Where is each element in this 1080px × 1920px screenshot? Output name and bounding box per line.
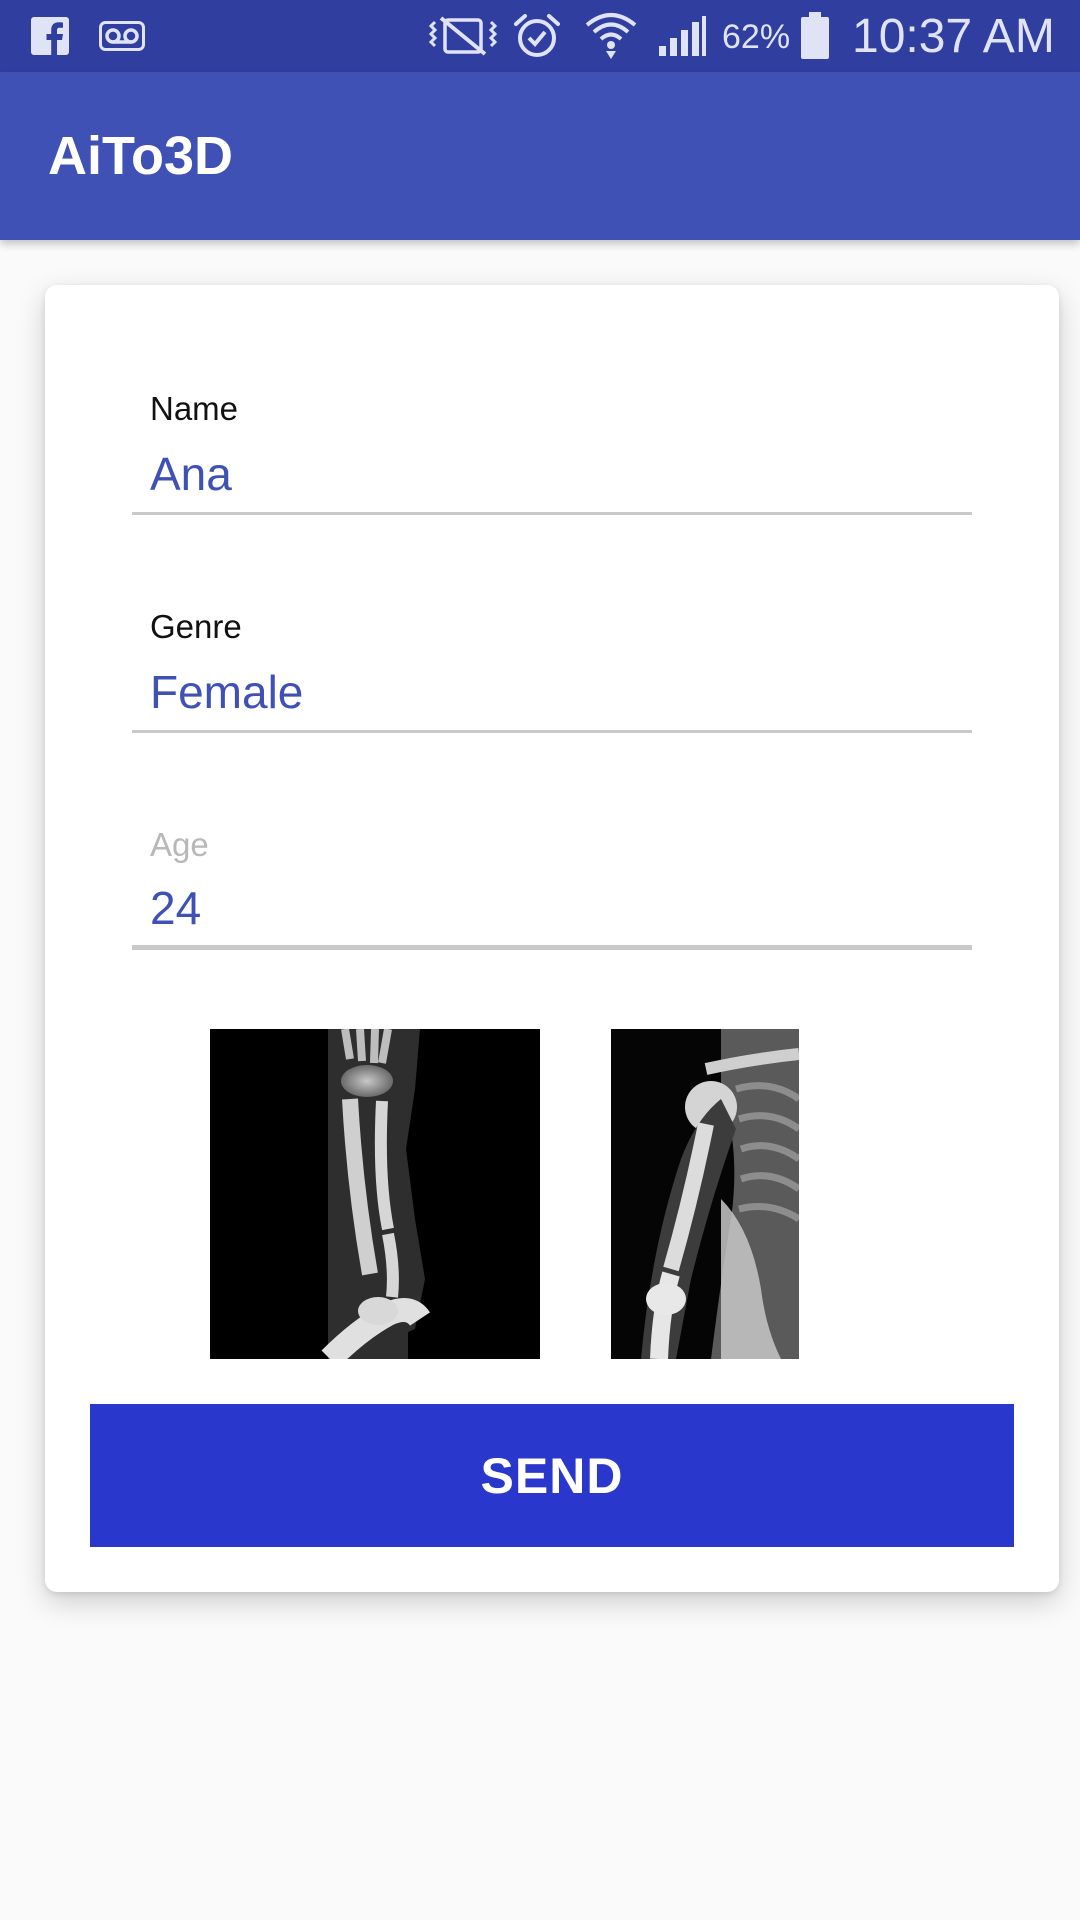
vibrate-icon: [428, 0, 498, 72]
genre-input[interactable]: [132, 653, 972, 733]
wifi-icon: [584, 0, 638, 72]
age-input[interactable]: [132, 870, 972, 950]
name-label: Name: [150, 390, 239, 427]
battery-icon: [798, 0, 832, 72]
facebook-icon: [30, 0, 70, 72]
name-input[interactable]: [132, 435, 972, 515]
form-card: Name Genre Age: [45, 285, 1059, 1592]
signal-icon: [656, 0, 708, 72]
send-button[interactable]: SEND: [90, 1404, 1014, 1547]
voicemail-icon: [98, 0, 146, 72]
app-title: AiTo3D: [48, 126, 233, 186]
age-label: Age: [150, 826, 209, 863]
genre-label: Genre: [150, 608, 242, 645]
shoulder-xray-image[interactable]: [611, 1029, 799, 1359]
forearm-xray-image[interactable]: [210, 1029, 540, 1359]
battery-percent: 62%: [722, 18, 791, 56]
status-bar: 62% 10:37 AM: [0, 0, 1080, 72]
alarm-icon: [512, 0, 562, 72]
clock: 10:37 AM: [852, 10, 1055, 63]
app-bar: AiTo3D: [0, 72, 1080, 240]
